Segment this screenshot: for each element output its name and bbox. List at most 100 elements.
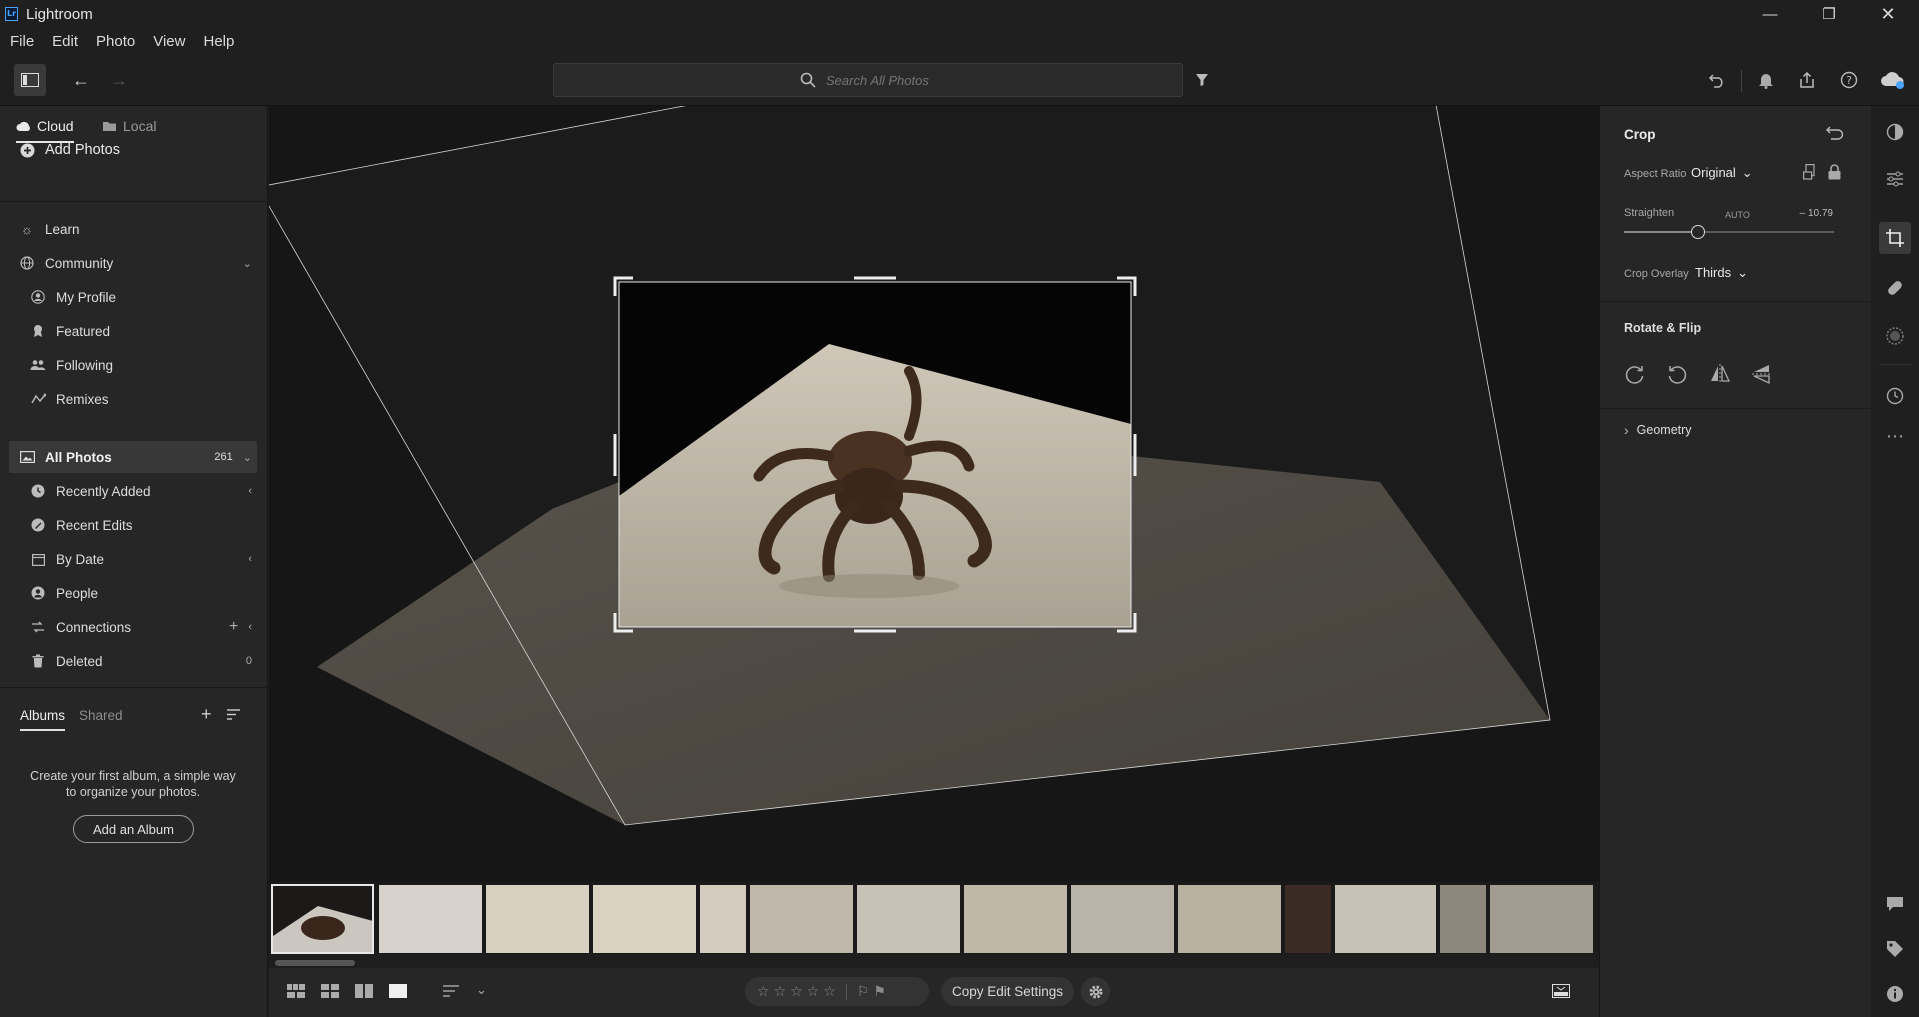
sidebar-item-deleted[interactable]: Deleted 0 bbox=[30, 645, 258, 677]
star-icon[interactable]: ☆ bbox=[790, 983, 803, 1000]
menu-view[interactable]: View bbox=[153, 33, 185, 50]
filmstrip-thumb[interactable] bbox=[1489, 884, 1594, 954]
star-icon[interactable]: ☆ bbox=[757, 983, 770, 1000]
settings-button[interactable] bbox=[1081, 977, 1110, 1006]
flag-icon[interactable]: ⚐ bbox=[857, 983, 870, 1000]
search-box[interactable] bbox=[553, 63, 1183, 97]
help-button[interactable]: ? bbox=[1834, 65, 1864, 95]
nav-learn[interactable]: ☼ Learn bbox=[8, 213, 258, 245]
reset-crop-button[interactable] bbox=[1826, 126, 1844, 143]
share-button[interactable] bbox=[1792, 65, 1822, 95]
comments-icon[interactable] bbox=[1879, 888, 1911, 920]
filmstrip-thumb[interactable] bbox=[1177, 884, 1282, 954]
chevron-left-icon[interactable]: ‹ bbox=[248, 553, 258, 565]
cloud-sync-button[interactable] bbox=[1878, 65, 1908, 95]
menu-edit[interactable]: Edit bbox=[52, 33, 78, 50]
tab-albums[interactable]: Albums bbox=[20, 708, 66, 731]
filmstrip-thumb[interactable] bbox=[699, 884, 747, 954]
filmstrip-thumb[interactable] bbox=[485, 884, 590, 954]
filmstrip-thumb[interactable] bbox=[1284, 884, 1332, 954]
reject-flag-icon[interactable]: ⚑ bbox=[873, 983, 886, 1000]
restore-button[interactable]: ❐ bbox=[1800, 0, 1858, 28]
forward-button[interactable]: → bbox=[104, 65, 134, 95]
detail-view-icon[interactable] bbox=[389, 984, 407, 1001]
sidebar-item-connections[interactable]: Connections + ‹ bbox=[30, 611, 258, 643]
filmstrip-thumb-selected[interactable] bbox=[271, 884, 374, 954]
compare-view-icon[interactable] bbox=[355, 984, 373, 1001]
sidebar-item-featured[interactable]: Featured bbox=[30, 315, 258, 347]
chevron-down-icon[interactable]: ⌄ bbox=[476, 982, 487, 998]
straighten-slider[interactable] bbox=[1624, 225, 1834, 239]
filmstrip-scrollbar[interactable] bbox=[275, 960, 355, 966]
aspect-ratio-dropdown[interactable]: Original ⌄ bbox=[1691, 165, 1753, 181]
tag-icon[interactable] bbox=[1879, 933, 1911, 965]
filmstrip-thumb[interactable] bbox=[1334, 884, 1437, 954]
photo-crop-view[interactable] bbox=[269, 106, 1599, 882]
edit-sliders-icon[interactable] bbox=[1879, 163, 1911, 195]
sort-icon[interactable] bbox=[443, 984, 461, 1001]
star-icon[interactable]: ☆ bbox=[807, 983, 820, 1000]
filmstrip-thumb[interactable] bbox=[1070, 884, 1175, 954]
grid-small-icon[interactable] bbox=[287, 984, 305, 1001]
chevron-left-icon[interactable]: ‹ bbox=[248, 621, 252, 633]
photo-canvas[interactable] bbox=[269, 106, 1599, 882]
flip-vertical-button[interactable] bbox=[1751, 363, 1773, 388]
healing-brush-icon[interactable] bbox=[1879, 272, 1911, 304]
nav-community[interactable]: Community ⌄ bbox=[8, 247, 258, 279]
close-button[interactable]: ✕ bbox=[1859, 0, 1917, 28]
lock-icon[interactable] bbox=[1828, 164, 1841, 183]
flip-horizontal-button[interactable] bbox=[1709, 363, 1731, 388]
rotate-clockwise-button[interactable] bbox=[1624, 363, 1646, 388]
history-icon[interactable] bbox=[1879, 380, 1911, 412]
crop-tool-button[interactable] bbox=[1879, 222, 1911, 254]
filmstrip-thumb[interactable] bbox=[592, 884, 697, 954]
star-icon[interactable]: ☆ bbox=[774, 983, 787, 1000]
copy-edit-settings-button[interactable]: Copy Edit Settings bbox=[941, 977, 1074, 1006]
filmstrip-toggle-icon[interactable] bbox=[1552, 984, 1570, 1001]
add-photos-button[interactable]: Add Photos bbox=[8, 132, 258, 168]
sidebar-item-people[interactable]: People bbox=[30, 577, 258, 609]
star-icon[interactable]: ☆ bbox=[823, 983, 836, 1000]
tab-shared[interactable]: Shared bbox=[79, 708, 123, 723]
chevron-left-icon[interactable]: ‹ bbox=[248, 485, 258, 497]
filmstrip-thumb[interactable] bbox=[1439, 884, 1487, 954]
filmstrip-thumb[interactable] bbox=[378, 884, 483, 954]
add-album-button[interactable]: Add an Album bbox=[73, 815, 194, 843]
geometry-section-toggle[interactable]: › Geometry bbox=[1624, 422, 1692, 438]
chevron-down-icon[interactable]: ⌄ bbox=[243, 257, 258, 270]
undo-button[interactable] bbox=[1702, 65, 1732, 95]
sort-icon[interactable] bbox=[226, 708, 242, 725]
crop-overlay-dropdown[interactable]: Thirds ⌄ bbox=[1695, 265, 1748, 281]
filter-button[interactable] bbox=[1187, 65, 1217, 95]
rotate-counterclockwise-button[interactable] bbox=[1666, 363, 1688, 388]
grid-medium-icon[interactable] bbox=[321, 984, 339, 1001]
add-connection-icon[interactable]: + bbox=[229, 618, 238, 636]
sidebar-item-following[interactable]: Following bbox=[30, 349, 258, 381]
info-icon[interactable] bbox=[1879, 978, 1911, 1010]
notifications-button[interactable] bbox=[1751, 65, 1781, 95]
sidebar-item-by-date[interactable]: By Date ‹ bbox=[30, 543, 258, 575]
straighten-value[interactable]: – 10.79 bbox=[1778, 208, 1833, 219]
straighten-slider-thumb[interactable] bbox=[1690, 225, 1705, 239]
more-options-icon[interactable]: ⋯ bbox=[1879, 420, 1911, 452]
sidebar-item-recent-edits[interactable]: Recent Edits bbox=[30, 509, 258, 541]
sidebar-item-my-profile[interactable]: My Profile bbox=[30, 281, 258, 313]
sidebar-item-remixes[interactable]: Remixes bbox=[30, 383, 258, 415]
chevron-down-icon[interactable]: ⌄ bbox=[243, 451, 252, 464]
sidebar-item-all-photos[interactable]: All Photos 261 ⌄ bbox=[8, 441, 258, 473]
menu-file[interactable]: File bbox=[10, 33, 34, 50]
sidebar-item-recently-added[interactable]: Recently Added ‹ bbox=[30, 475, 258, 507]
aspect-orientation-icon[interactable] bbox=[1803, 164, 1817, 183]
filmstrip-thumb[interactable] bbox=[856, 884, 961, 954]
filmstrip-thumb[interactable] bbox=[963, 884, 1068, 954]
menu-help[interactable]: Help bbox=[203, 33, 234, 50]
auto-straighten-button[interactable]: AUTO bbox=[1725, 210, 1750, 220]
add-album-icon[interactable]: + bbox=[201, 704, 212, 725]
search-input[interactable] bbox=[826, 72, 936, 88]
filmstrip-thumb[interactable] bbox=[749, 884, 854, 954]
minimize-button[interactable]: — bbox=[1741, 0, 1799, 28]
menu-photo[interactable]: Photo bbox=[96, 33, 135, 50]
panel-toggle-button[interactable] bbox=[14, 64, 46, 96]
presets-icon[interactable] bbox=[1879, 116, 1911, 148]
masking-icon[interactable] bbox=[1879, 320, 1911, 352]
